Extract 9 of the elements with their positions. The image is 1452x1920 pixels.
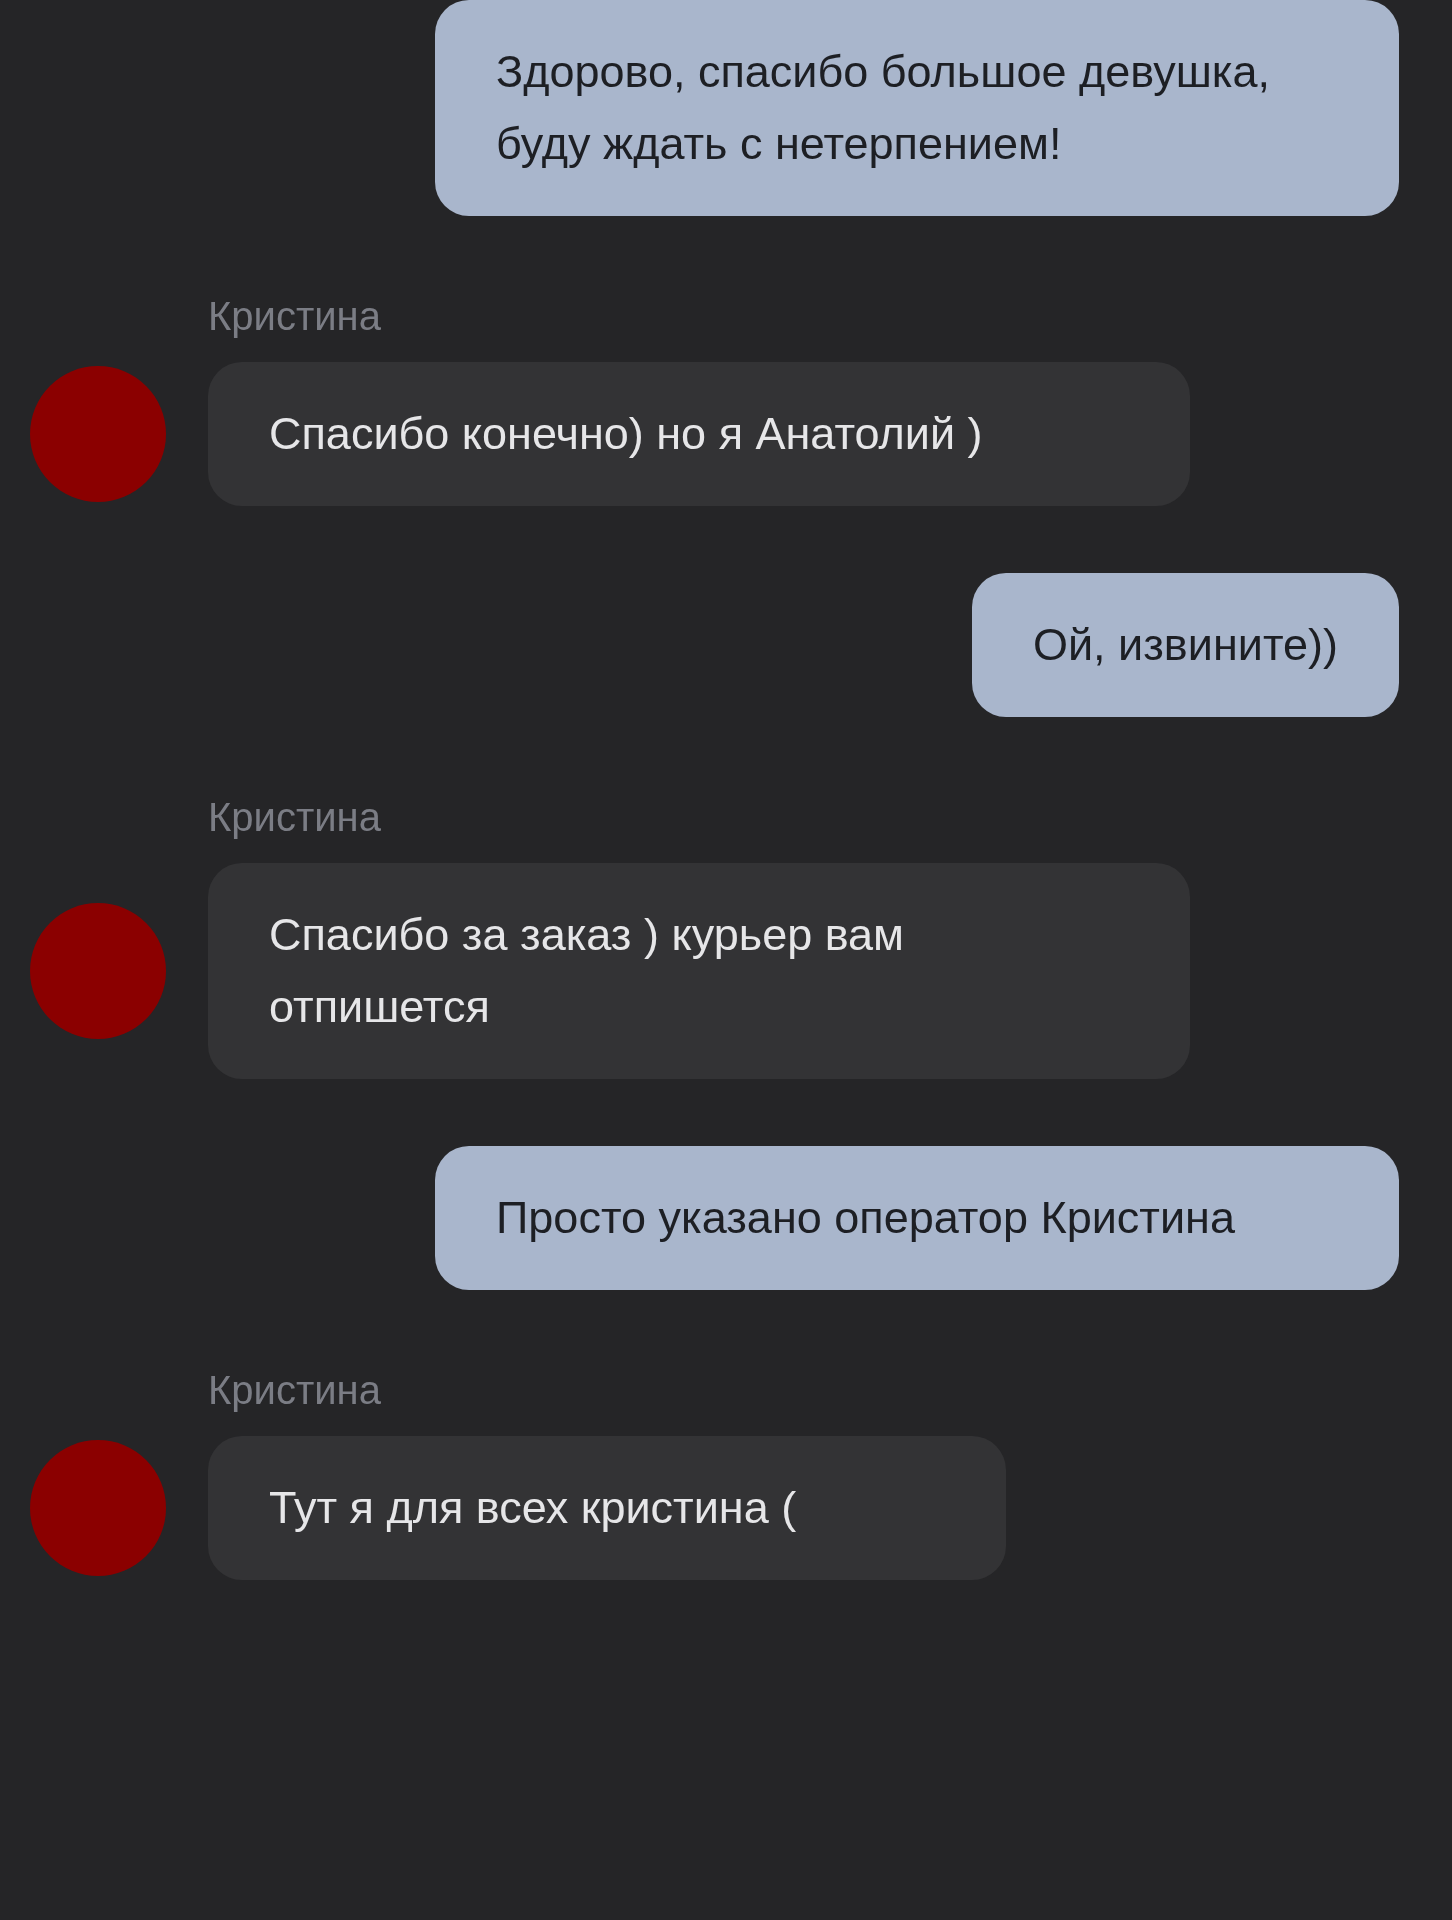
message-bubble: Спасибо за заказ ) курьер вам отпишется (208, 863, 1190, 1079)
message-bubble: Тут я для всех кристина ( (208, 1436, 1006, 1580)
sender-name: Кристина (208, 1367, 382, 1414)
message-bubble: Ой, извините)) (971, 573, 1399, 717)
sender-name: Кристина (208, 794, 382, 841)
message-bubble: Здорово, спасибо большое девушка, буду ждать с нетерпением! (435, 0, 1399, 216)
sender-name: Кристина (208, 293, 382, 340)
message-bubble: Просто указано оператор Кристина (435, 1146, 1399, 1290)
message-bubble: Спасибо конечно) но я Анатолий ) (208, 362, 1190, 506)
